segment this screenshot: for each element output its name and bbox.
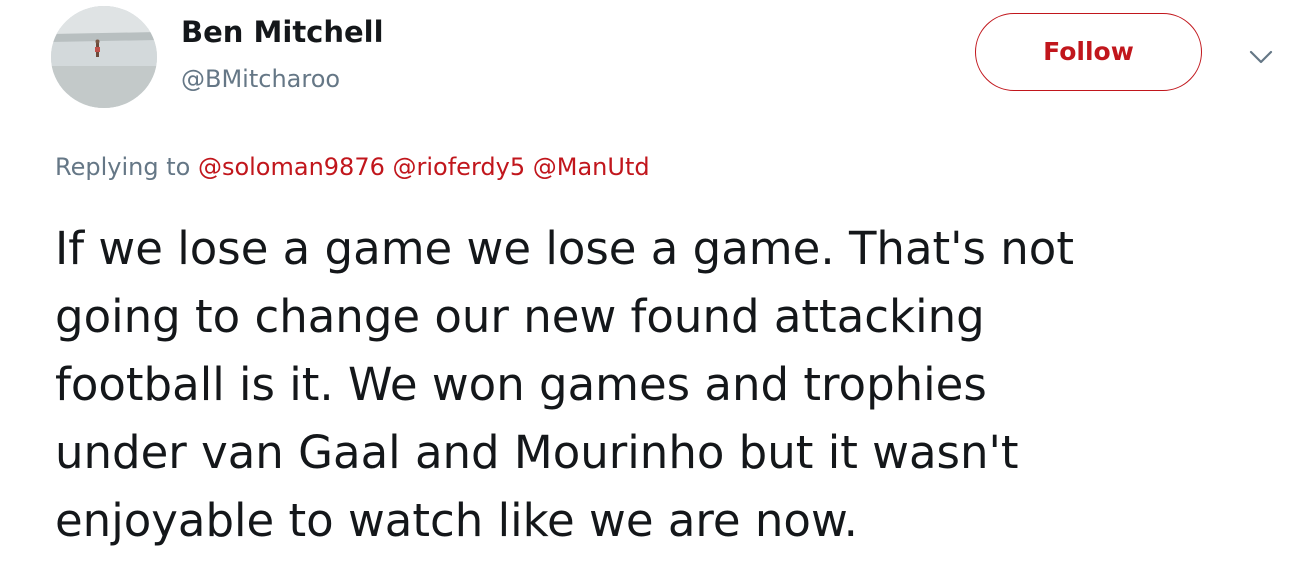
follow-button[interactable]: Follow — [975, 13, 1202, 91]
beach-photo-icon — [51, 6, 157, 108]
mention-link[interactable]: @soloman9876 — [198, 153, 385, 181]
mention-link[interactable]: @rioferdy5 — [393, 153, 526, 181]
mention-link[interactable]: @ManUtd — [533, 153, 650, 181]
tweet-text: If we lose a game we lose a game. That's… — [55, 222, 1074, 547]
replying-to-line: Replying to @soloman9876 @rioferdy5 @Man… — [55, 150, 650, 184]
chevron-down-icon[interactable] — [1245, 46, 1277, 68]
author-handle[interactable]: @BMitcharoo — [181, 64, 340, 94]
replying-to-label: Replying to — [55, 153, 191, 181]
author-display-name[interactable]: Ben Mitchell — [181, 14, 384, 50]
avatar[interactable] — [51, 6, 157, 108]
